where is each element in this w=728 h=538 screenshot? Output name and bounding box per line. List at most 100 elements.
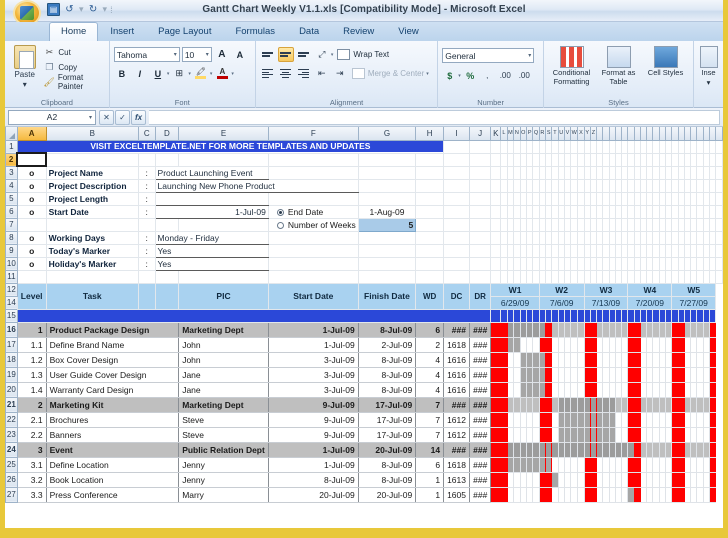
- gantt-empty-cell[interactable]: [708, 351, 717, 368]
- grid-cell-empty[interactable]: [506, 230, 515, 245]
- grid-cell-empty[interactable]: [468, 191, 492, 206]
- grid-cell-empty[interactable]: [570, 230, 579, 245]
- grid-cell-empty[interactable]: [468, 230, 492, 245]
- row-header-8[interactable]: 8: [5, 230, 18, 245]
- column-header-K[interactable]: K: [490, 127, 502, 141]
- gantt-empty-cell[interactable]: [506, 486, 515, 503]
- cell-wd[interactable]: 6: [415, 456, 445, 473]
- decrease-decimal-button[interactable]: .00: [516, 68, 533, 83]
- underline-chevron-down-icon[interactable]: ▾: [167, 71, 170, 77]
- gantt-empty-cell[interactable]: [490, 351, 502, 368]
- cell-task[interactable]: Product Package Design: [45, 321, 180, 338]
- column-header-B[interactable]: B: [45, 127, 139, 141]
- grid-cell-empty[interactable]: [715, 191, 723, 206]
- grid-cell-empty[interactable]: [506, 152, 515, 167]
- cell-dc[interactable]: 1612: [443, 411, 470, 428]
- cell-level[interactable]: 1.3: [16, 366, 47, 383]
- cell-start-date[interactable]: 9-Jul-09: [267, 411, 359, 428]
- merge-center-button[interactable]: Merge & Center ▾: [350, 66, 431, 81]
- fill-color-button[interactable]: 🖍: [193, 66, 209, 81]
- gantt-empty-cell[interactable]: [708, 336, 717, 353]
- comma-style-button[interactable]: ,: [480, 68, 495, 83]
- gantt-empty-cell[interactable]: [708, 396, 717, 413]
- grid-cell-empty[interactable]: [178, 152, 269, 167]
- column-header-G[interactable]: G: [357, 127, 417, 141]
- grid-cell-empty[interactable]: [415, 217, 445, 232]
- gantt-empty-cell[interactable]: [506, 381, 515, 398]
- column-header-narrow-34[interactable]: [715, 127, 723, 141]
- row-header-12[interactable]: 12: [5, 282, 18, 297]
- grid-cell-empty[interactable]: [357, 152, 417, 167]
- cell-wd[interactable]: 4: [415, 351, 445, 368]
- font-name-combo[interactable]: Tahoma ▾: [113, 47, 180, 62]
- gantt-empty-cell[interactable]: [570, 351, 579, 368]
- row-header-18[interactable]: 18: [5, 351, 18, 368]
- row-header-9[interactable]: 9: [5, 243, 18, 258]
- shrink-font-button[interactable]: A: [232, 47, 248, 62]
- gantt-empty-cell[interactable]: [570, 321, 579, 338]
- cell-task[interactable]: Book Location: [45, 471, 180, 488]
- grid-cell-empty[interactable]: [468, 256, 492, 271]
- orientation-button[interactable]: ⤢: [314, 47, 330, 62]
- gantt-empty-cell[interactable]: [708, 366, 717, 383]
- row-header-22[interactable]: 22: [5, 411, 18, 428]
- gantt-bar-segment[interactable]: [506, 321, 515, 338]
- table-row[interactable]: 22 2.1 Brochures Steve 9-Jul-09 17-Jul-09 7 161…: [5, 411, 723, 428]
- form-value-0[interactable]: Product Launching Event: [154, 165, 269, 180]
- fill-color-chevron-down-icon[interactable]: ▾: [210, 71, 213, 77]
- cell-task[interactable]: Banners: [45, 426, 180, 443]
- form-value-4[interactable]: Monday - Friday: [154, 230, 269, 245]
- column-header-I[interactable]: I: [443, 127, 470, 141]
- cell-dr[interactable]: ###: [468, 426, 492, 443]
- cell-pic[interactable]: Jenny: [178, 456, 269, 473]
- column-header-J[interactable]: J: [468, 127, 492, 141]
- gantt-bar-segment[interactable]: [506, 441, 515, 458]
- table-row[interactable]: 19 1.3 User Guide Cover Design Jane 3-Jul-09…: [5, 366, 723, 383]
- grid-cell-empty[interactable]: [570, 256, 579, 271]
- grid-cell-empty[interactable]: [468, 204, 492, 219]
- cell-start-date[interactable]: 3-Jul-09: [267, 381, 359, 398]
- cell-finish-date[interactable]: 8-Jul-09: [357, 366, 417, 383]
- grid-cell-empty[interactable]: [137, 217, 156, 232]
- cell-pic[interactable]: Marketing Dept: [178, 396, 269, 413]
- grid-cell-empty[interactable]: [468, 178, 492, 193]
- cell-finish-date[interactable]: 17-Jul-09: [357, 411, 417, 428]
- row-header-16[interactable]: 16: [5, 321, 18, 338]
- table-row[interactable]: 21 2 Marketing Kit Marketing Dept 9-Jul-09 17…: [5, 396, 723, 413]
- grid-cell-empty[interactable]: [137, 269, 156, 284]
- align-top-button[interactable]: [260, 47, 276, 62]
- grid-cell-empty[interactable]: [570, 204, 579, 219]
- grid-cell-empty[interactable]: [357, 178, 417, 193]
- column-header-H[interactable]: H: [415, 127, 445, 141]
- cell-task[interactable]: Warranty Card Design: [45, 381, 180, 398]
- align-bottom-button[interactable]: [296, 47, 312, 62]
- cell-dr[interactable]: ###: [468, 396, 492, 413]
- cell-pic[interactable]: John: [178, 351, 269, 368]
- cell-pic[interactable]: Public Relation Dept: [178, 441, 269, 458]
- grid-cell-empty[interactable]: [490, 139, 502, 154]
- gantt-empty-cell[interactable]: [506, 396, 515, 413]
- grid-cell-empty[interactable]: [45, 269, 139, 284]
- grow-font-button[interactable]: A: [214, 47, 230, 62]
- cell-level[interactable]: 3.3: [16, 486, 47, 503]
- row-header-15[interactable]: 15: [5, 308, 18, 323]
- grid-cell-empty[interactable]: [570, 243, 579, 258]
- cell-dc[interactable]: 1605: [443, 486, 470, 503]
- grid-cell-empty[interactable]: [415, 152, 445, 167]
- italic-button[interactable]: I: [132, 66, 148, 81]
- column-header-A[interactable]: A: [16, 127, 47, 141]
- row-header-26[interactable]: 26: [5, 471, 18, 488]
- row-header-5[interactable]: 5: [5, 191, 18, 206]
- row-header-3[interactable]: 3: [5, 165, 18, 180]
- form-value-3[interactable]: 1-Jul-09: [154, 204, 269, 219]
- grid-cell-empty[interactable]: [490, 204, 502, 219]
- conditional-formatting-button[interactable]: Conditional Formatting: [548, 45, 595, 86]
- row-header-11[interactable]: 11: [5, 269, 18, 284]
- grid-cell-empty[interactable]: [415, 269, 445, 284]
- cell-task[interactable]: Brochures: [45, 411, 180, 428]
- cell-dc[interactable]: 1616: [443, 381, 470, 398]
- grid-cell-empty[interactable]: [443, 230, 470, 245]
- cell-dc[interactable]: 1616: [443, 351, 470, 368]
- cell-task[interactable]: Box Cover Design: [45, 351, 180, 368]
- tab-data[interactable]: Data: [287, 22, 331, 41]
